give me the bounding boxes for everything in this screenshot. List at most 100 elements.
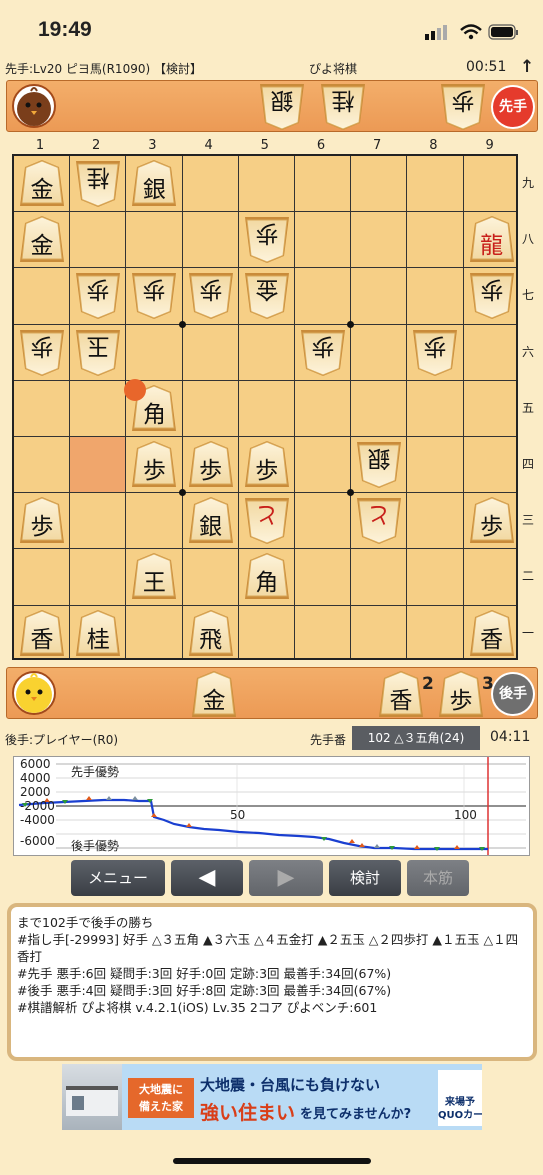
ad-banner[interactable]: 大地震に 備えた家 大地震・台風にも負けない 強い住まい を見てみませんか? 来… — [62, 1064, 482, 1130]
board-piece[interactable]: 金 — [244, 271, 290, 320]
hand-piece[interactable]: 桂 — [320, 82, 366, 131]
column-label: 3 — [148, 138, 157, 153]
piece-label: 歩 — [423, 332, 447, 359]
prev-button[interactable]: ◀ — [171, 860, 243, 896]
piece-label: 歩 — [255, 458, 279, 484]
shogi-board[interactable]: 金桂銀金歩龍歩歩歩金歩歩玉歩歩角歩歩歩銀歩銀とと歩王角香桂飛香 — [12, 154, 518, 660]
board-piece[interactable]: 歩 — [131, 271, 177, 320]
piece-label: 金 — [30, 177, 54, 203]
piece-label: 香 — [30, 626, 54, 653]
board-piece[interactable]: 歩 — [412, 328, 458, 377]
board-piece[interactable]: 歩 — [469, 496, 515, 545]
piece-label: 玉 — [86, 332, 110, 359]
piece-label: 歩 — [30, 514, 54, 541]
gote-turn-badge: 後手 — [491, 672, 535, 716]
gote-advantage-label: 後手優勢 — [71, 839, 120, 853]
mainline-button[interactable]: 本筋 — [407, 860, 469, 896]
piece-label: 銀 — [199, 514, 223, 541]
next-arrow-icon: ▶ — [277, 865, 295, 890]
board-piece[interactable]: 銀 — [131, 159, 177, 208]
piece-label: 歩 — [142, 458, 166, 484]
board-piece[interactable]: 角 — [244, 552, 290, 601]
board-piece[interactable]: 玉 — [75, 328, 121, 377]
graph-x-label-50: 50 — [230, 808, 246, 822]
board-piece[interactable]: 歩 — [131, 440, 177, 489]
row-label: 九 — [521, 176, 534, 190]
up-arrow-icon[interactable]: ↑ — [520, 57, 534, 77]
board-piece[interactable]: と — [244, 496, 290, 545]
graph-x-label-100: 100 — [454, 808, 477, 822]
column-label: 4 — [204, 138, 213, 153]
grid-line — [406, 156, 408, 658]
board-piece[interactable]: 歩 — [75, 271, 121, 320]
board-piece[interactable]: 飛 — [188, 609, 234, 658]
row-label: 七 — [521, 288, 534, 303]
row-label: 五 — [521, 400, 534, 415]
game-log[interactable]: まで102手で後手の勝ち #指し手[-29993] 好手 △３五角 ▲３六玉 △… — [7, 903, 537, 1061]
piece-label: 歩 — [30, 332, 54, 359]
review-button[interactable]: 検討 — [329, 860, 401, 896]
grid-line — [181, 156, 183, 658]
board-piece[interactable]: 歩 — [300, 328, 346, 377]
piece-label: 歩 — [199, 458, 223, 484]
sente-advantage-label: 先手優勢 — [71, 765, 120, 779]
grid-line — [14, 379, 516, 381]
hand-piece[interactable]: 香 — [378, 670, 424, 719]
prev-arrow-icon: ◀ — [198, 865, 216, 890]
home-indicator[interactable] — [173, 1158, 371, 1164]
board-piece[interactable]: 歩 — [19, 496, 65, 545]
evaluation-graph[interactable]: 6000 4000 2000 -2000 -4000 -6000 先手優勢 後手優勢 50… — [13, 756, 530, 856]
piece-label: 歩 — [142, 276, 166, 303]
board-piece[interactable]: 龍 — [469, 215, 515, 264]
board-piece[interactable]: 歩 — [244, 440, 290, 489]
board-piece[interactable]: 銀 — [188, 496, 234, 545]
board-piece[interactable]: 歩 — [19, 328, 65, 377]
star-point — [347, 489, 355, 497]
hand-piece[interactable]: 銀 — [259, 82, 305, 131]
status-time: 19:49 — [38, 18, 92, 41]
piece-label: と — [367, 501, 391, 528]
grid-line — [237, 156, 239, 658]
hand-piece[interactable]: 歩 — [440, 82, 486, 131]
board-piece[interactable]: 銀 — [356, 440, 402, 489]
hand-piece[interactable]: 歩 — [438, 670, 484, 719]
brown-chick-icon[interactable] — [11, 83, 57, 129]
ad-side-text: 来場予 QUOカード — [438, 1070, 482, 1126]
board-piece[interactable]: 歩 — [469, 271, 515, 320]
piece-label: 桂 — [86, 164, 110, 190]
graph-y-label: -2000 — [20, 799, 55, 813]
next-button[interactable]: ▶ — [249, 860, 323, 896]
piece-label: 金 — [255, 276, 279, 303]
hand-piece[interactable]: 金 — [191, 670, 237, 719]
piece-label: 歩 — [86, 276, 110, 303]
star-point — [347, 320, 355, 328]
board-piece[interactable]: 金 — [19, 159, 65, 208]
info-bar: 後手:プレイヤー(R0) 先手番 102 △３五角(24) 04:11 — [0, 726, 543, 750]
board-piece[interactable]: 桂 — [75, 159, 121, 208]
graph-y-label: -6000 — [20, 834, 55, 848]
board-piece[interactable]: 王 — [131, 552, 177, 601]
game-header: 先手:Lv20 ピヨ馬(R1090) 【検討】 ぴよ将棋 00:51 ↑ — [0, 56, 543, 78]
row-label: 二 — [521, 569, 534, 584]
grid-line — [14, 604, 516, 606]
signal-icon — [425, 24, 518, 40]
app-title: ぴよ将棋 — [309, 62, 358, 76]
column-label: 1 — [35, 138, 45, 153]
yellow-chick-icon[interactable] — [11, 670, 57, 716]
board-piece[interactable]: 歩 — [188, 271, 234, 320]
status-icons — [425, 22, 521, 42]
menu-button[interactable]: メニュー — [71, 860, 165, 896]
board-piece[interactable]: 金 — [19, 215, 65, 264]
board-piece[interactable]: 歩 — [244, 215, 290, 264]
graph-y-label: 4000 — [20, 771, 51, 785]
board-piece[interactable]: と — [356, 496, 402, 545]
board-piece[interactable]: 桂 — [75, 609, 121, 658]
grid-line — [125, 156, 127, 658]
board-piece[interactable]: 歩 — [188, 440, 234, 489]
row-label: 三 — [521, 513, 534, 528]
grid-line — [14, 211, 516, 213]
menu-button-label: メニュー — [87, 869, 148, 887]
board-piece[interactable]: 香 — [469, 609, 515, 658]
piece-label: 歩 — [480, 514, 504, 541]
board-piece[interactable]: 香 — [19, 609, 65, 658]
